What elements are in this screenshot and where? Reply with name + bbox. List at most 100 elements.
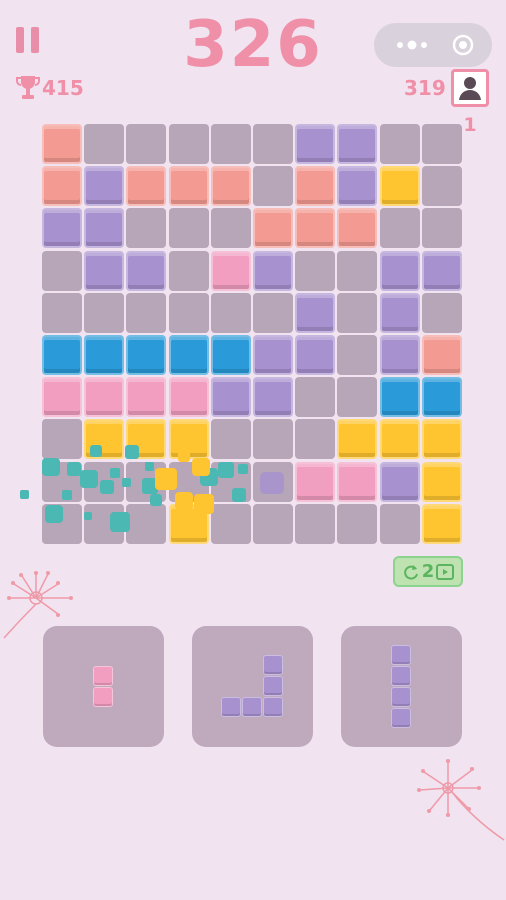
board-block-purple xyxy=(42,208,82,249)
board-block-pink xyxy=(337,461,378,502)
board-block-yellow xyxy=(337,419,378,460)
board-block-purple xyxy=(379,335,420,375)
board-cell-empty xyxy=(84,503,125,544)
board-cell-empty xyxy=(42,503,82,544)
board-block-blue xyxy=(168,335,209,375)
piece-block xyxy=(391,665,411,686)
board-block-purple xyxy=(253,250,293,291)
board-cell-empty xyxy=(295,419,336,460)
board-cell-empty xyxy=(126,292,167,333)
game-board[interactable] xyxy=(42,124,464,546)
board-cell-empty xyxy=(126,124,167,164)
piece-block xyxy=(391,686,411,707)
user-icon xyxy=(459,77,481,100)
dandelion-decoration-right xyxy=(417,759,505,841)
board-cell-empty xyxy=(295,377,336,418)
board-cell-empty xyxy=(295,503,336,544)
board-cell-empty xyxy=(295,250,336,291)
board-block-salmon xyxy=(210,166,251,207)
board-cell-empty xyxy=(126,208,167,249)
board-block-pink xyxy=(295,461,336,502)
board-cell-empty xyxy=(421,166,462,207)
board-block-yellow xyxy=(126,419,167,460)
board-block-pink xyxy=(126,377,167,418)
board-cell-empty xyxy=(42,250,82,291)
board-cell-empty xyxy=(210,461,251,502)
board-block-salmon xyxy=(421,335,462,375)
board-block-salmon xyxy=(42,124,82,164)
board-cell-empty xyxy=(84,461,125,502)
board-block-salmon xyxy=(42,166,82,207)
board-block-purple xyxy=(295,335,336,375)
board-cell-empty xyxy=(379,124,420,164)
board-block-purple xyxy=(210,377,251,418)
refresh-pieces-button[interactable]: 2 xyxy=(393,556,463,587)
board-cell-empty xyxy=(337,377,378,418)
mini-program-capsule xyxy=(374,23,492,67)
piece-block xyxy=(242,697,262,717)
board-cell-empty xyxy=(253,166,293,207)
board-block-blue xyxy=(42,335,82,375)
piece-block xyxy=(391,644,411,665)
best-score: 415 xyxy=(16,72,84,104)
board-block-salmon xyxy=(168,166,209,207)
board-block-purple xyxy=(379,461,420,502)
piece-block xyxy=(391,707,411,728)
board-cell-empty xyxy=(126,503,167,544)
board-block-purple xyxy=(84,250,125,291)
board-cell-empty xyxy=(168,461,209,502)
piece-tray-1[interactable] xyxy=(43,626,164,747)
board-block-pink xyxy=(168,377,209,418)
board-cell-empty xyxy=(168,250,209,291)
board-block-salmon xyxy=(295,208,336,249)
opponent-avatar[interactable] xyxy=(451,69,489,107)
piece-block xyxy=(263,697,283,717)
board-block-purple xyxy=(295,124,336,164)
board-block-purple xyxy=(421,250,462,291)
piece-tray-3[interactable] xyxy=(341,626,462,747)
board-block-yellow xyxy=(421,461,462,502)
board-cell-empty xyxy=(337,335,378,375)
piece-block xyxy=(263,655,283,675)
board-cell-empty xyxy=(210,208,251,249)
board-block-blue xyxy=(126,335,167,375)
board-block-purple xyxy=(295,292,336,333)
refresh-count: 2 xyxy=(421,561,435,582)
board-cell-empty xyxy=(42,292,82,333)
board-block-pink xyxy=(42,377,82,418)
board-block-salmon xyxy=(295,166,336,207)
board-block-pink xyxy=(210,250,251,291)
board-cell-empty xyxy=(421,208,462,249)
more-dots-icon[interactable] xyxy=(392,35,432,55)
board-cell-empty xyxy=(210,124,251,164)
board-cell-empty xyxy=(168,124,209,164)
piece-block xyxy=(221,697,241,717)
board-cell-empty xyxy=(379,208,420,249)
board-cell-empty xyxy=(84,292,125,333)
board-block-yellow xyxy=(379,166,420,207)
board-cell-empty xyxy=(210,419,251,460)
board-block-purple xyxy=(337,166,378,207)
piece-tray-2[interactable] xyxy=(192,626,313,747)
board-block-purple xyxy=(337,124,378,164)
board-cell-empty xyxy=(210,503,251,544)
board-cell-empty xyxy=(253,292,293,333)
board-cell-empty xyxy=(210,292,251,333)
board-block-purple xyxy=(253,377,293,418)
trophy-icon xyxy=(16,76,40,99)
board-block-purple xyxy=(84,208,125,249)
video-ad-icon xyxy=(436,563,455,580)
board-block-purple xyxy=(84,166,125,207)
piece-block xyxy=(263,676,283,696)
target-circle-icon[interactable] xyxy=(452,34,474,56)
board-block-blue xyxy=(210,335,251,375)
board-cell-empty xyxy=(42,419,82,460)
board-block-salmon xyxy=(253,208,293,249)
board-cell-empty xyxy=(42,461,82,502)
board-cell-empty xyxy=(253,124,293,164)
board-cell-empty xyxy=(337,250,378,291)
board-cell-empty xyxy=(337,503,378,544)
board-cell-empty xyxy=(253,461,293,502)
board-block-yellow xyxy=(379,419,420,460)
board-cell-empty xyxy=(126,461,167,502)
